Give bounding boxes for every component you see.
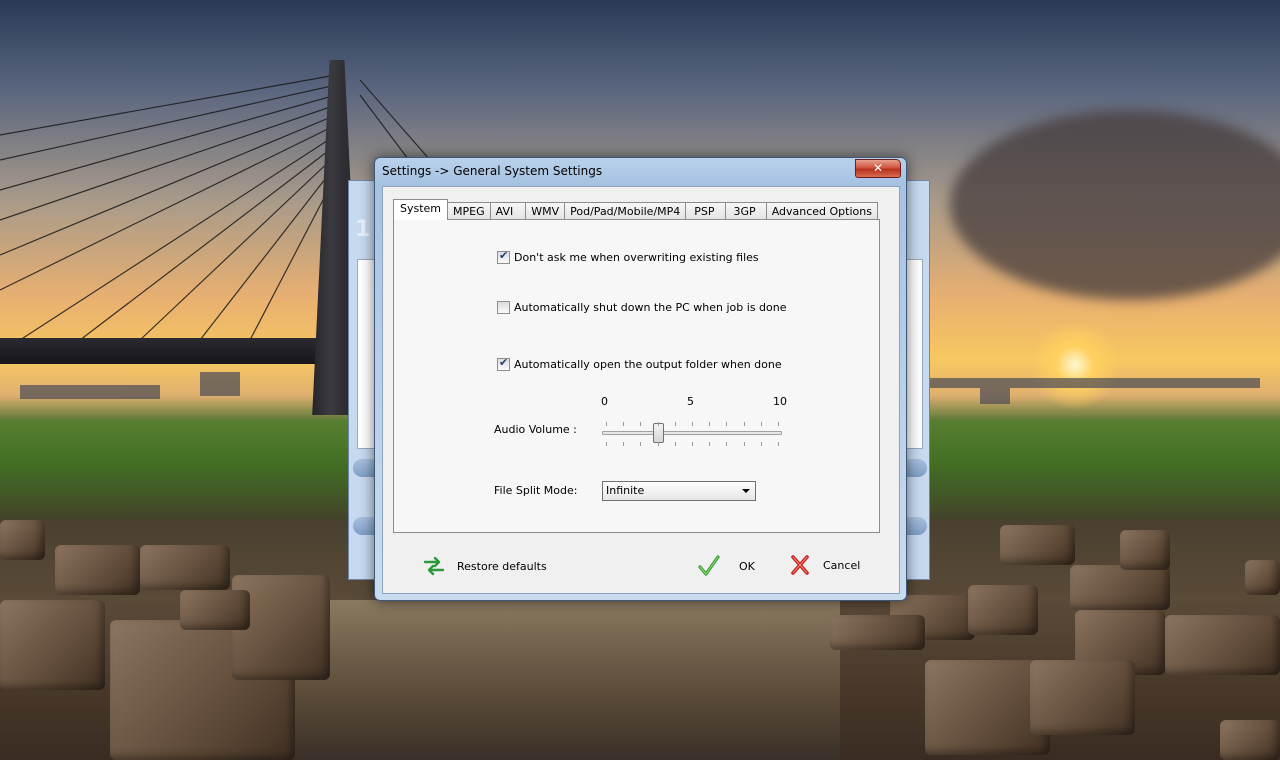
rock	[1000, 525, 1075, 565]
close-button[interactable]: ✕	[855, 159, 901, 178]
rock	[140, 545, 230, 590]
volume-tick	[640, 442, 641, 446]
file-split-mode-value: Infinite	[606, 484, 645, 497]
chevron-down-icon	[742, 489, 750, 493]
dialog-title: Settings -> General System Settings	[382, 164, 603, 178]
auto-open-folder-label: Automatically open the output folder whe…	[514, 358, 782, 371]
tab-avi[interactable]: AVI	[489, 202, 527, 220]
volume-tick	[675, 442, 676, 446]
rock	[1030, 660, 1135, 735]
settings-tab-bar: System MPEG AVI WMV Pod/Pad/Mobile/MP4 P…	[393, 199, 878, 220]
volume-scale-max: 10	[773, 395, 787, 408]
volume-tick	[606, 422, 607, 426]
no-overwrite-prompt-checkbox[interactable]	[497, 249, 510, 264]
no-overwrite-prompt-option[interactable]: Don't ask me when overwriting existing f…	[497, 249, 759, 264]
tab-psp[interactable]: PSP	[685, 202, 726, 220]
settings-dialog: Settings -> General System Settings ✕ Sy…	[374, 157, 907, 601]
rock	[180, 590, 250, 630]
ok-label: OK	[739, 559, 755, 573]
water-pool	[280, 600, 840, 760]
volume-tick	[761, 422, 762, 426]
tab-advanced-options[interactable]: Advanced Options	[765, 202, 878, 220]
tab-3gp[interactable]: 3GP	[724, 202, 767, 220]
rock	[1165, 615, 1280, 675]
volume-tick	[658, 442, 659, 446]
volume-tick	[761, 442, 762, 446]
rock	[1070, 565, 1170, 610]
rock	[1245, 560, 1280, 595]
cancel-label: Cancel	[823, 558, 861, 572]
volume-tick	[709, 422, 710, 426]
bridge-deck	[0, 338, 350, 364]
file-split-mode-label: File Split Mode:	[494, 484, 578, 497]
audio-volume-label: Audio Volume :	[494, 423, 577, 436]
file-split-mode-select[interactable]: Infinite	[602, 481, 756, 501]
volume-tick	[744, 422, 745, 426]
restore-defaults-button[interactable]: Restore defaults	[419, 551, 547, 581]
auto-shutdown-option[interactable]: Automatically shut down the PC when job …	[497, 301, 787, 314]
step-number: 1	[355, 217, 371, 242]
volume-tick	[606, 442, 607, 446]
rock	[968, 585, 1038, 635]
green-check-icon	[694, 551, 724, 581]
volume-tick	[640, 422, 641, 426]
volume-tick	[692, 422, 693, 426]
rock	[1120, 530, 1170, 570]
volume-tick	[692, 442, 693, 446]
audio-volume-slider-thumb[interactable]	[653, 423, 664, 443]
red-x-icon	[785, 550, 815, 580]
volume-scale-mid: 5	[687, 395, 694, 408]
tab-system[interactable]: System	[393, 199, 449, 220]
volume-tick	[726, 442, 727, 446]
volume-tick	[778, 422, 779, 426]
volume-tick	[709, 442, 710, 446]
rock	[0, 600, 105, 690]
tab-pod-pad-mobile-mp4[interactable]: Pod/Pad/Mobile/MP4	[564, 202, 687, 220]
no-overwrite-prompt-label: Don't ask me when overwriting existing f…	[514, 251, 759, 264]
volume-tick	[623, 422, 624, 426]
volume-tick	[744, 442, 745, 446]
restore-defaults-label: Restore defaults	[457, 559, 547, 573]
cancel-button[interactable]: Cancel	[785, 550, 860, 580]
arrows-swap-icon	[419, 551, 449, 581]
volume-tick	[623, 442, 624, 446]
volume-tick	[675, 422, 676, 426]
auto-open-folder-checkbox[interactable]	[497, 356, 510, 371]
volume-tick	[778, 442, 779, 446]
system-tab-panel: Don't ask me when overwriting existing f…	[393, 219, 880, 533]
rock	[55, 545, 140, 595]
volume-tick	[726, 422, 727, 426]
tab-wmv[interactable]: WMV	[525, 202, 566, 220]
auto-shutdown-label: Automatically shut down the PC when job …	[514, 301, 787, 314]
volume-scale-min: 0	[601, 395, 608, 408]
audio-volume-slider-track[interactable]	[602, 431, 782, 435]
dialog-client-area: System MPEG AVI WMV Pod/Pad/Mobile/MP4 P…	[382, 186, 900, 594]
auto-open-folder-option[interactable]: Automatically open the output folder whe…	[497, 356, 782, 371]
rock	[0, 520, 45, 560]
rock	[830, 615, 925, 650]
ok-button[interactable]: OK	[694, 551, 755, 581]
auto-shutdown-checkbox[interactable]	[497, 301, 510, 314]
tab-mpeg[interactable]: MPEG	[447, 202, 491, 220]
rock	[1220, 720, 1280, 760]
volume-tick	[658, 422, 659, 426]
